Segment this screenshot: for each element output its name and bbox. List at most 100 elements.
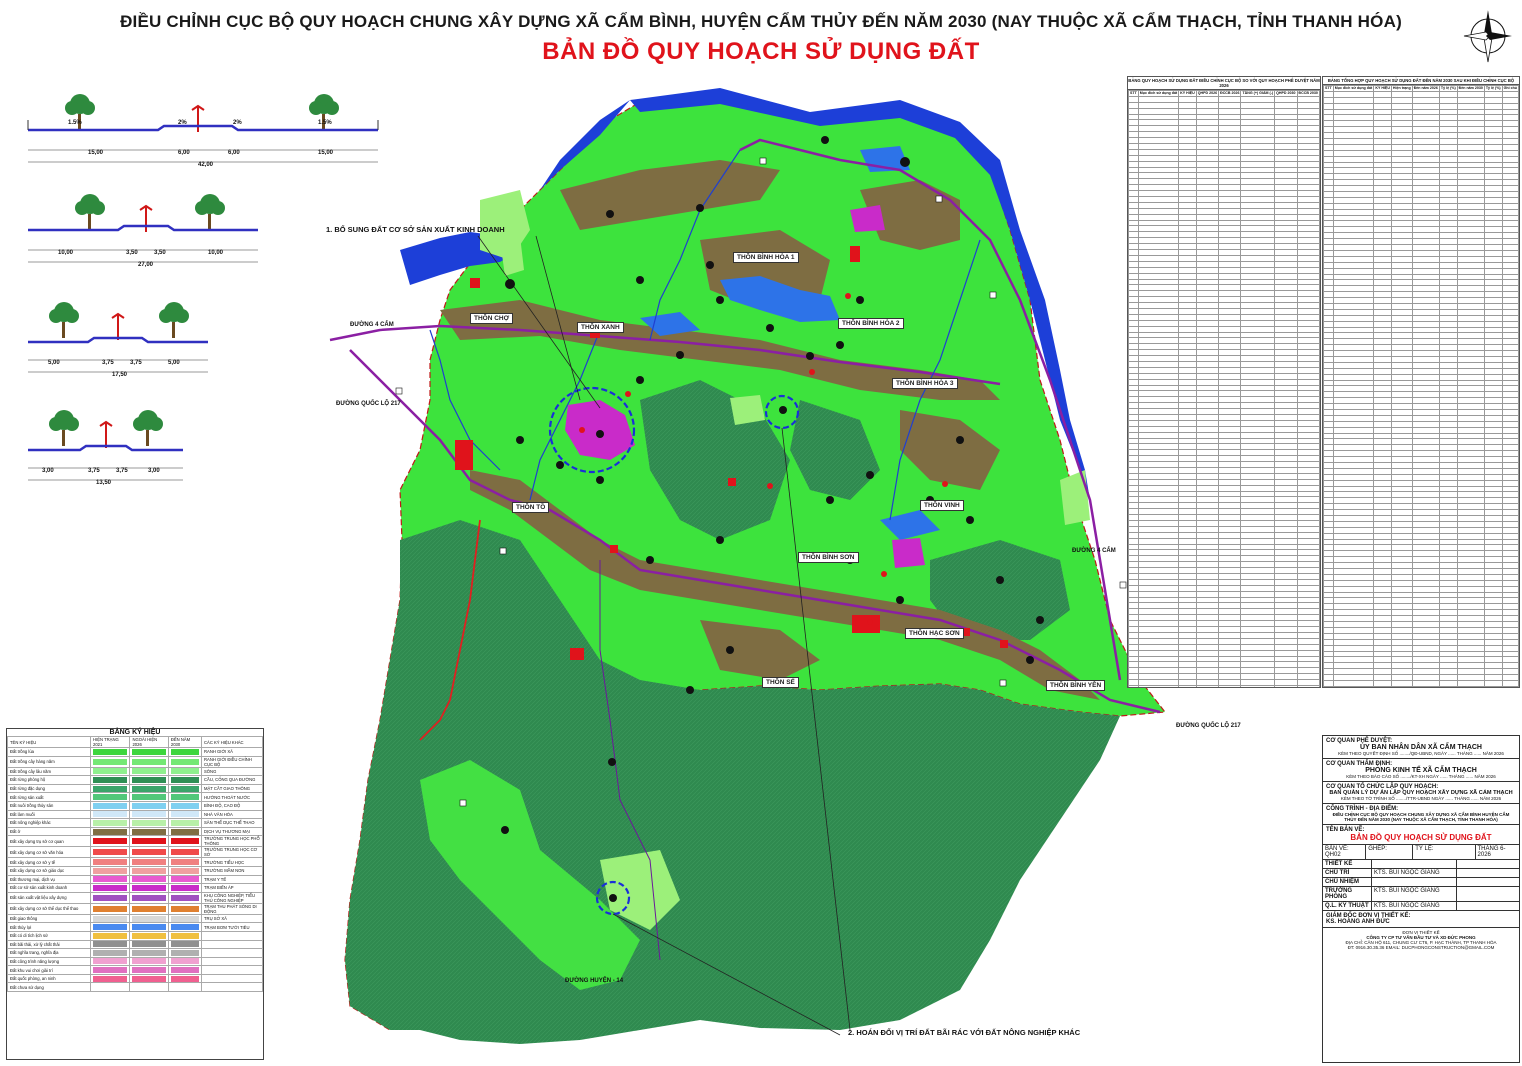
legend-swatch: [132, 802, 166, 809]
legend-row-name: Đất công trình năng lượng: [7, 956, 91, 967]
village-label: THÔN BÌNH HÒA 1: [733, 252, 799, 263]
approve-note: KÈM THEO QUYẾT ĐỊNH SỐ ......../QĐ-UBND,…: [1338, 751, 1504, 756]
legend-row: Đất giao thông TRỤ SỞ XÃ: [7, 913, 263, 924]
legend-swatch: [132, 905, 166, 912]
stats-cell: [1411, 685, 1440, 687]
legend-row-name: Đất nông nghiệp khác: [7, 818, 91, 828]
legend-swatch: [93, 802, 128, 809]
legend-row-other: MẶT CẮT GIAO THÔNG: [201, 783, 263, 794]
legend-row-name: Đất ở: [7, 826, 91, 837]
legend-row-name: Đất sản xuất vật liệu xây dựng: [7, 891, 91, 904]
project-name: ĐIỀU CHỈNH CỤC BỘ QUY HOẠCH CHUNG XÂY DỰ…: [1332, 812, 1510, 822]
stats-cell: [1137, 684, 1180, 687]
legend-row: Đất nông nghiệp khác SÂN THỂ DỤC THỂ THAO: [7, 818, 263, 828]
legend-swatch: [93, 785, 128, 792]
legend-row-other: KHU CÔNG NGHIỆP, TIỂU THỦ CÔNG NGHIỆP: [201, 891, 263, 904]
legend-row-name: Đất trồng cây hàng năm: [7, 755, 91, 768]
legend-swatch: [170, 894, 199, 901]
legend-header-cell: CÁC KÝ HIỆU KHÁC: [201, 736, 263, 748]
legend-swatch: [132, 794, 166, 801]
legend-row: Đất trồng cây hàng năm RANH GIỚI ĐIỀU CHỈ…: [7, 755, 263, 768]
legend-title: BẢNG KÝ HIỆU: [109, 729, 161, 736]
legend-swatch: [93, 748, 128, 755]
legend-row: Đất công trình năng lượng: [7, 956, 263, 967]
legend-swatch: [132, 748, 166, 755]
legend-swatch: [93, 794, 128, 801]
legend-swatch: [93, 941, 128, 948]
legend-row-name: Đất chưa sử dụng: [7, 982, 91, 993]
legend-row-name: Đất nghĩa trang, nghĩa địa: [7, 948, 91, 958]
legend-swatch: [132, 924, 166, 931]
legend-header-cell: NGOÀI HIỆN 2026: [129, 736, 169, 748]
legend-swatch: [93, 958, 128, 965]
legend-row-name: Đất bãi thải, xử lý chất thải: [7, 939, 91, 950]
village-label: THÔN BÌNH YÊN: [1046, 680, 1106, 691]
legend-swatch: [132, 894, 166, 901]
dim-label: 6,00: [178, 150, 190, 156]
stats-cell: [1456, 685, 1485, 687]
role-title: TRƯỞNG PHÒNG: [1323, 887, 1372, 901]
legend-row: Đất xây dựng cơ sở thể dục thể thao TRẠM …: [7, 902, 263, 915]
total-label: 13,50: [96, 480, 112, 486]
stats-cell: [1373, 685, 1392, 687]
legend-row: Đất làm muối NHÀ VĂN HÓA: [7, 809, 263, 820]
legend-row: Đất ở DỊCH VỤ THƯƠNG MẠI: [7, 826, 263, 837]
legend-swatch: [170, 748, 199, 755]
legend-row-name: Đất làm muối: [7, 809, 91, 820]
legend-row: Đất trồng cây lâu năm SÔNG: [7, 766, 263, 777]
legend-swatch: [170, 802, 199, 809]
legend-swatch: [93, 867, 128, 874]
legend-swatch: [170, 949, 199, 956]
signature: [1457, 887, 1463, 901]
cross-section-1: 1.5% 2% 2% 1.5% 15,00 6,00 6,00 15,00 42…: [18, 90, 398, 170]
annotation-2: 2. HOÁN ĐỔI VỊ TRÍ ĐẤT BÃI RÁC VỚI ĐẤT N…: [848, 1028, 1081, 1037]
legend-row: Đất sản xuất vật liệu xây dựng KHU CÔNG N…: [7, 891, 263, 904]
role-person: [1372, 878, 1457, 886]
legend-swatch: [170, 941, 199, 948]
legend-row-other: [201, 965, 263, 975]
legend-row-name: Đất xây dựng cơ sở giáo dục: [7, 865, 91, 876]
director-name: KS. HOÀNG ANH ĐỨC: [1326, 919, 1390, 925]
stats-table-2-rows: STT Mục đích sử dụng đất KÝ HIỆU Hiện trạng…: [1323, 85, 1519, 687]
dim-label: 15,00: [318, 150, 334, 156]
legend-row-other: RANH GIỚI ĐIỀU CHỈNH CỤC BỘ: [201, 755, 263, 768]
legend-row-other: CẦU, CỐNG QUA ĐƯỜNG: [201, 775, 263, 785]
drawing-name: BẢN ĐỒ QUY HOẠCH SỬ DỤNG ĐẤT: [1350, 833, 1492, 842]
village-label: THÔN BÌNH HÒA 2: [838, 318, 904, 329]
legend-swatch: [170, 905, 199, 912]
slope-label: 2%: [178, 120, 187, 126]
legend-row-other: TRƯỜNG TIỂU HỌC: [201, 857, 263, 867]
legend-row: Đất xây dựng trụ sở cơ quan TRƯỜNG TRUNG …: [7, 835, 263, 848]
legend-row-other: TRƯỜNG MẦM NON: [201, 865, 263, 876]
approve-org: ỦY BAN NHÂN DÂN XÃ CẨM THẠCH: [1360, 744, 1482, 751]
date-label: THÁNG 6-2026: [1477, 846, 1506, 858]
stats-table-1-title: BẢNG QUY HOẠCH SỬ DỤNG ĐẤT ĐIỀU CHỈNH CỤ…: [1128, 78, 1320, 90]
legend-row-other: TRẠM BIẾN ÁP: [201, 883, 263, 893]
legend-row-other: SÔNG: [201, 766, 263, 777]
legend-swatch: [170, 811, 199, 818]
legend-header-cell: TÊN KÝ HIỆU: [7, 736, 91, 748]
cross-section-2: 10,00 3,50 3,50 10,00 27,00: [18, 190, 398, 270]
village-label: THÔN SẾ: [762, 677, 799, 688]
stats-row: [1128, 684, 1320, 687]
dim-label: 3,75: [88, 468, 100, 474]
dim-label: 10,00: [208, 250, 224, 256]
legend-swatch: [132, 776, 166, 783]
legend-swatch: [93, 838, 128, 845]
legend-swatch: [170, 924, 199, 931]
stats-cell: [1218, 684, 1242, 687]
dim-label: 5,00: [168, 360, 180, 366]
legend-row: Đất quốc phòng, an ninh: [7, 973, 263, 984]
dim-label: 5,00: [48, 360, 60, 366]
legend-swatch: [132, 884, 166, 891]
legend-swatch: [170, 828, 199, 835]
legend-row: Đất rừng phòng hộ CẦU, CỐNG QUA ĐƯỜNG: [7, 775, 263, 785]
legend-swatch: [132, 828, 166, 835]
village-label: THÔN VINH: [920, 500, 964, 511]
cross-section-3: 5,00 3,75 3,75 5,00 17,50: [18, 296, 398, 378]
stats-table-2: BẢNG TỔNG HỢP QUY HOẠCH SỬ DỤNG ĐẤT ĐẾN …: [1322, 76, 1520, 688]
legend-rows: Đất trồng lúa RANH GIỚI XÃ Đất trồng cây h…: [7, 747, 263, 993]
legend-swatch: [170, 838, 199, 845]
legend-swatch: [132, 849, 166, 856]
legend-row: Đất nghĩa trang, nghĩa địa: [7, 948, 263, 958]
